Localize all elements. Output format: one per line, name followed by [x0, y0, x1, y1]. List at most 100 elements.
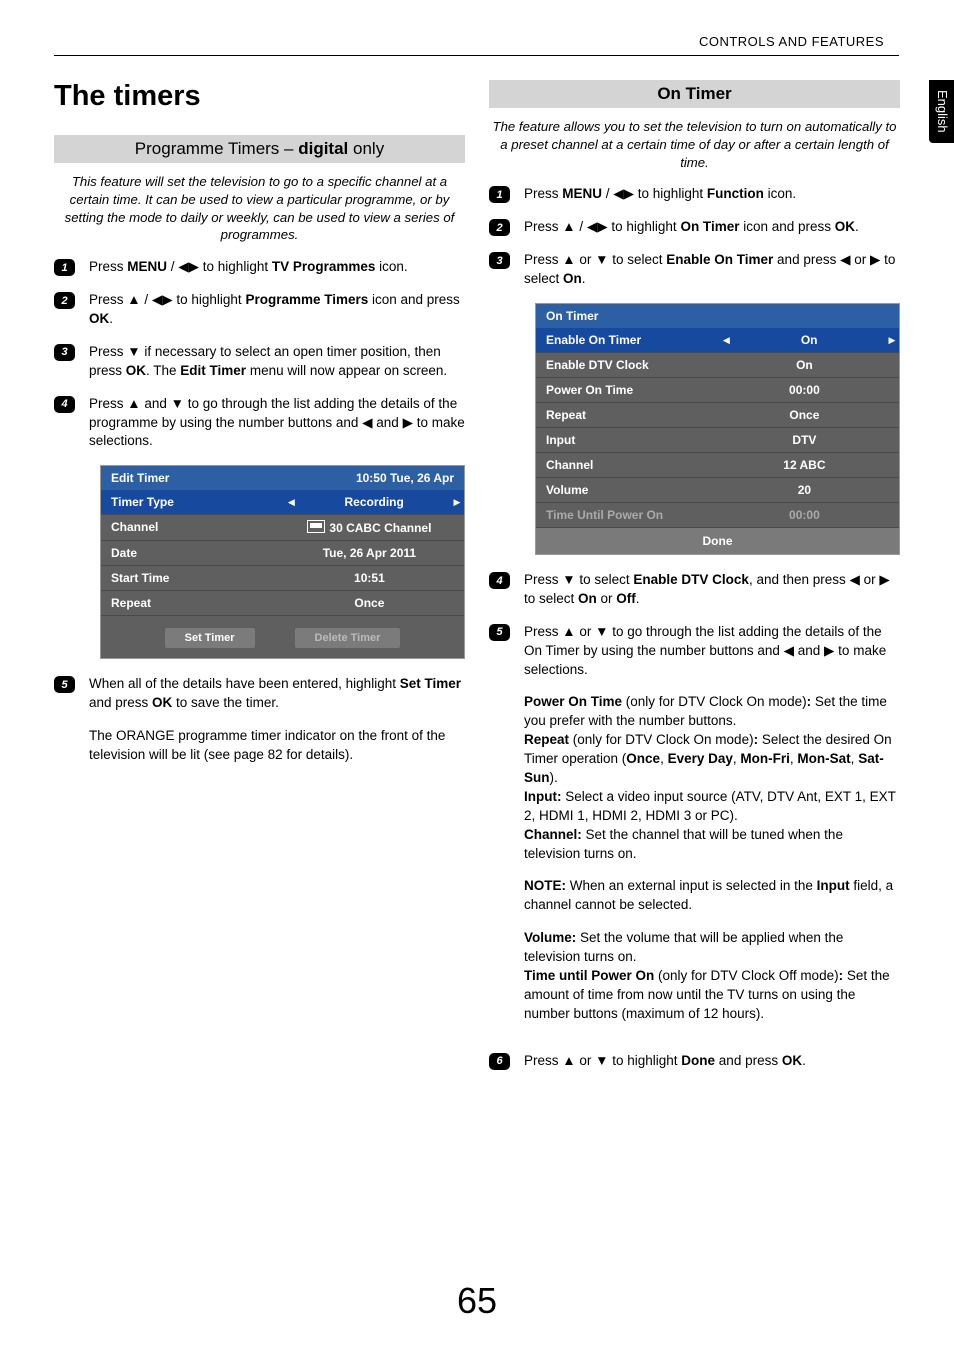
channel-icon — [307, 520, 325, 533]
t: . — [855, 219, 859, 234]
t: (only for DTV Clock Off mode) — [654, 968, 838, 983]
t: Input: — [524, 789, 561, 804]
t: Mon-Fri — [740, 751, 790, 766]
t: : — [754, 732, 762, 747]
val: 20 — [710, 478, 899, 502]
left-column: The timers Programme Timers – digital on… — [54, 80, 465, 1085]
step-badge: 6 — [489, 1053, 510, 1070]
step-5: 5 When all of the details have been ente… — [54, 675, 465, 765]
t: icon. — [375, 259, 407, 274]
delete-timer-button: Delete Timer — [295, 628, 401, 648]
step-badge: 3 — [54, 344, 75, 361]
t: Channel: — [524, 827, 582, 842]
val: 00:00 — [710, 503, 899, 527]
language-tab: English — [929, 80, 954, 143]
step-6: 6 Press ▲ or ▼ to highlight Done and pre… — [489, 1052, 900, 1071]
lbl: Volume — [536, 478, 710, 502]
t: Press — [524, 186, 562, 201]
t: Set Timer — [400, 676, 461, 691]
page-title: The timers — [54, 80, 465, 113]
t: / ◀▶ to highlight — [602, 186, 707, 201]
val: DTV — [710, 428, 899, 452]
lbl: Channel — [536, 453, 710, 477]
osd-done-button: Done — [536, 527, 899, 554]
t: . — [802, 1053, 806, 1068]
osd-edit-timer: Edit Timer 10:50 Tue, 26 Apr Timer Type … — [100, 465, 465, 659]
t: : — [839, 968, 847, 983]
val: Once — [275, 591, 464, 615]
t: On Timer — [680, 219, 739, 234]
osd-row-selected: Enable On Timer ◀ On ▶ — [536, 328, 899, 352]
t: OK — [782, 1053, 802, 1068]
osd-title-row: Edit Timer 10:50 Tue, 26 Apr — [101, 466, 464, 490]
val: Tue, 26 Apr 2011 — [275, 541, 464, 565]
right-column: On Timer The feature allows you to set t… — [489, 80, 900, 1085]
osd-title: Edit Timer — [111, 471, 169, 485]
step-badge: 2 — [54, 292, 75, 309]
t: . — [109, 311, 113, 326]
t: NOTE: — [524, 878, 566, 893]
t: Select a video input source (ATV, DTV An… — [524, 789, 896, 823]
step-badge: 5 — [489, 624, 510, 641]
right-arrow-icon: ▶ — [885, 335, 899, 346]
t: icon and press — [739, 219, 834, 234]
lbl: Repeat — [101, 591, 275, 615]
t: Press ▼ to select — [524, 572, 633, 587]
t: icon. — [764, 186, 796, 201]
t: Function — [707, 186, 764, 201]
t: Enable DTV Clock — [633, 572, 749, 587]
page-header: CONTROLS AND FEATURES — [0, 0, 954, 55]
lbl: Enable On Timer — [536, 328, 719, 352]
bar-text2: only — [348, 139, 384, 158]
osd-row: Volume20 — [536, 477, 899, 502]
t: MENU — [562, 186, 602, 201]
val: Recording — [298, 490, 450, 514]
step-badge: 3 — [489, 252, 510, 269]
t: / ◀▶ to highlight — [167, 259, 272, 274]
val: On — [733, 328, 885, 352]
page-number: 65 — [0, 1280, 954, 1322]
t: . The — [146, 363, 180, 378]
t: Volume: — [524, 930, 576, 945]
val: 10:51 — [275, 566, 464, 590]
bar-text: Programme Timers – — [135, 139, 298, 158]
step-badge: 2 — [489, 219, 510, 236]
osd-clock: 10:50 Tue, 26 Apr — [356, 471, 454, 485]
t: OK — [152, 695, 172, 710]
osd-title: On Timer — [546, 309, 598, 323]
t: Edit Timer — [180, 363, 246, 378]
section-bar-programme-timers: Programme Timers – digital only — [54, 135, 465, 163]
osd-row-disabled: Time Until Power On00:00 — [536, 502, 899, 527]
lbl: Input — [536, 428, 710, 452]
step-3: 3 Press ▲ or ▼ to select Enable On Timer… — [489, 251, 900, 289]
osd-row: Power On Time00:00 — [536, 377, 899, 402]
osd-row-selected: Timer Type ◀ Recording ▶ — [101, 490, 464, 514]
osd-title-row: On Timer — [536, 304, 899, 328]
lbl: Enable DTV Clock — [536, 353, 710, 377]
t: Press ▲ / ◀▶ to highlight — [89, 292, 245, 307]
osd-row: Enable DTV ClockOn — [536, 352, 899, 377]
t: ). — [550, 770, 558, 785]
t: (only for DTV Clock On mode) — [622, 694, 807, 709]
t: Repeat — [524, 732, 569, 747]
t: or — [597, 591, 617, 606]
set-timer-button: Set Timer — [165, 628, 255, 648]
step-3: 3 Press ▼ if necessary to select an open… — [54, 343, 465, 381]
osd-row: Channel12 ABC — [536, 452, 899, 477]
step-2: 2 Press ▲ / ◀▶ to highlight On Timer ico… — [489, 218, 900, 237]
t: : — [807, 694, 815, 709]
t: Input — [817, 878, 850, 893]
val: 30 CABC Channel — [275, 515, 464, 540]
t: . — [582, 271, 586, 286]
osd-row: RepeatOnce — [101, 590, 464, 615]
bar-bold: digital — [298, 139, 348, 158]
osd-row: Channel 30 CABC Channel — [101, 514, 464, 540]
section-bar-on-timer: On Timer — [489, 80, 900, 108]
lbl: Date — [101, 541, 275, 565]
right-arrow-icon: ▶ — [450, 497, 464, 508]
lbl: Time Until Power On — [536, 503, 710, 527]
t: Once — [626, 751, 660, 766]
lbl: Repeat — [536, 403, 710, 427]
t: TV Programmes — [272, 259, 376, 274]
t: menu will now appear on screen. — [246, 363, 447, 378]
